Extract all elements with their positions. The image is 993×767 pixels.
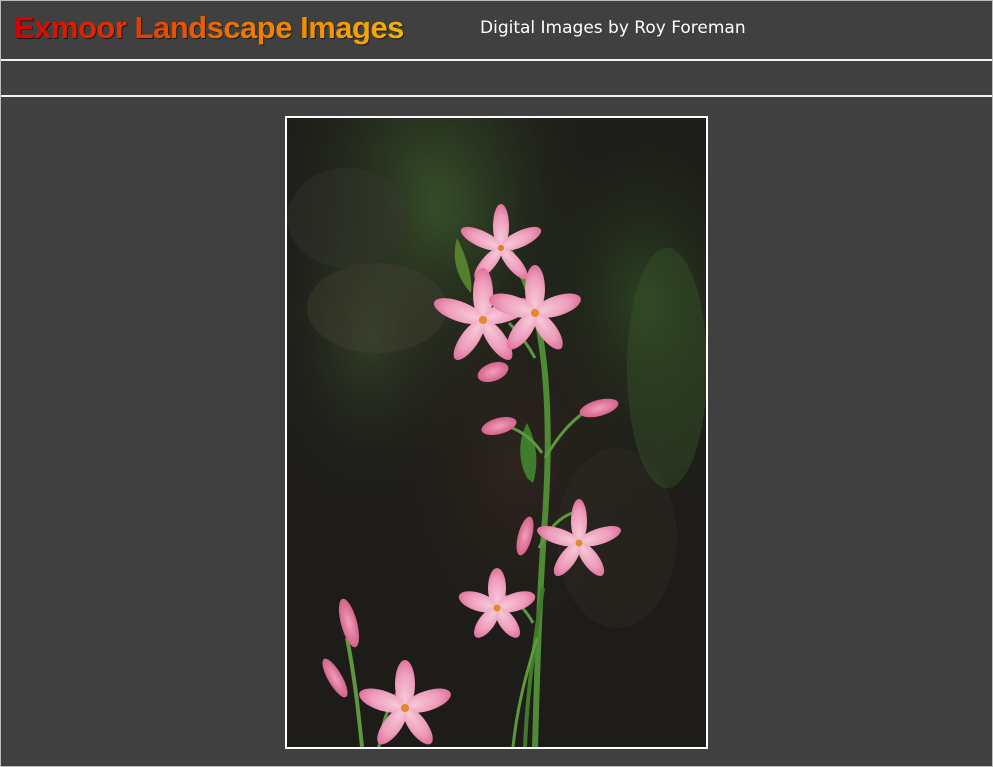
featured-photo[interactable] xyxy=(285,116,708,749)
page-frame: Exmoor Landscape Images Digital Images b… xyxy=(0,0,993,767)
nav-divider xyxy=(1,95,992,97)
site-title[interactable]: Exmoor Landscape Images xyxy=(14,9,404,47)
flower-photo-image xyxy=(287,118,706,747)
navigation-bar xyxy=(1,61,992,95)
site-header: Exmoor Landscape Images Digital Images b… xyxy=(1,1,992,59)
site-subtitle: Digital Images by Roy Foreman xyxy=(480,18,746,38)
